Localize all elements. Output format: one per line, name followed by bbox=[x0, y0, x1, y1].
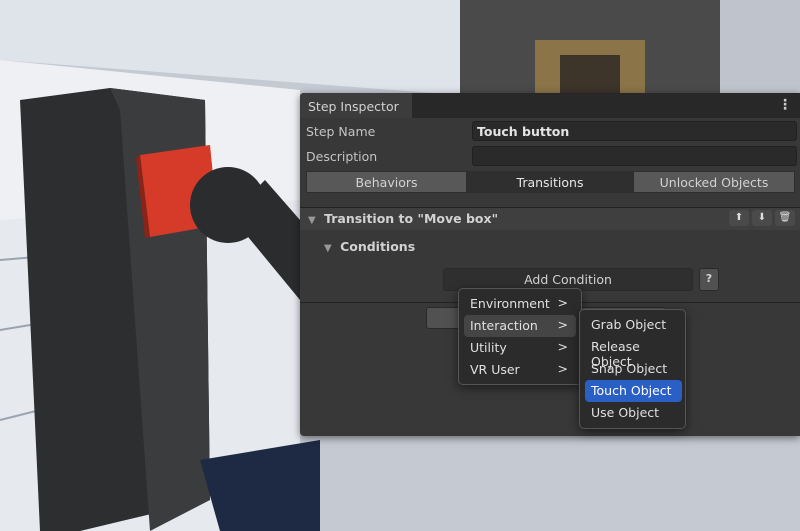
conditions-label: Conditions bbox=[340, 239, 416, 254]
tab-bar: Step Inspector ⋮ bbox=[300, 93, 800, 118]
menu-item-touch-object[interactable]: Touch Object bbox=[585, 380, 682, 402]
conditions-foldout[interactable]: ▼ Conditions bbox=[324, 239, 415, 254]
menu-item-release-object[interactable]: Release Object bbox=[585, 336, 682, 369]
tab-behaviors[interactable]: Behaviors bbox=[306, 171, 467, 193]
step-name-label: Step Name bbox=[306, 124, 376, 139]
chevron-right-icon: > bbox=[557, 361, 568, 376]
tab-step-inspector[interactable]: Step Inspector bbox=[300, 93, 412, 118]
description-label: Description bbox=[306, 149, 378, 164]
description-input[interactable] bbox=[472, 146, 797, 166]
move-down-icon[interactable]: ⬇ bbox=[752, 210, 772, 226]
move-up-icon[interactable]: ⬆ bbox=[729, 210, 749, 226]
menu-item-utility[interactable]: Utility > bbox=[464, 337, 576, 359]
transition-header[interactable]: ▼ Transition to "Move box" bbox=[300, 208, 800, 230]
step-name-input[interactable]: Touch button bbox=[472, 121, 797, 141]
menu-item-environment[interactable]: Environment > bbox=[464, 293, 576, 315]
kebab-icon[interactable]: ⋮ bbox=[778, 97, 792, 113]
menu-item-vr-user[interactable]: VR User > bbox=[464, 359, 576, 381]
foldout-triangle-icon[interactable]: ▼ bbox=[308, 215, 316, 226]
chevron-right-icon: > bbox=[557, 339, 568, 354]
menu-item-grab-object[interactable]: Grab Object bbox=[585, 314, 682, 336]
menu-item-interaction[interactable]: Interaction > bbox=[464, 315, 576, 337]
tab-transitions[interactable]: Transitions bbox=[467, 171, 633, 193]
interaction-submenu: Grab Object Release Object Snap Object T… bbox=[579, 309, 686, 429]
foldout-triangle-icon: ▼ bbox=[324, 243, 332, 254]
chevron-right-icon: > bbox=[557, 317, 568, 332]
chevron-right-icon: > bbox=[557, 295, 568, 310]
trash-icon[interactable]: 🗑 bbox=[775, 210, 795, 226]
condition-category-menu: Environment > Interaction > Utility > VR Us… bbox=[458, 288, 582, 385]
menu-item-snap-object[interactable]: Snap Object bbox=[585, 358, 682, 380]
menu-item-use-object[interactable]: Use Object bbox=[585, 402, 682, 424]
help-button[interactable]: ? bbox=[699, 268, 719, 291]
tab-unlocked-objects[interactable]: Unlocked Objects bbox=[633, 171, 795, 193]
transition-title: Transition to "Move box" bbox=[324, 211, 499, 226]
